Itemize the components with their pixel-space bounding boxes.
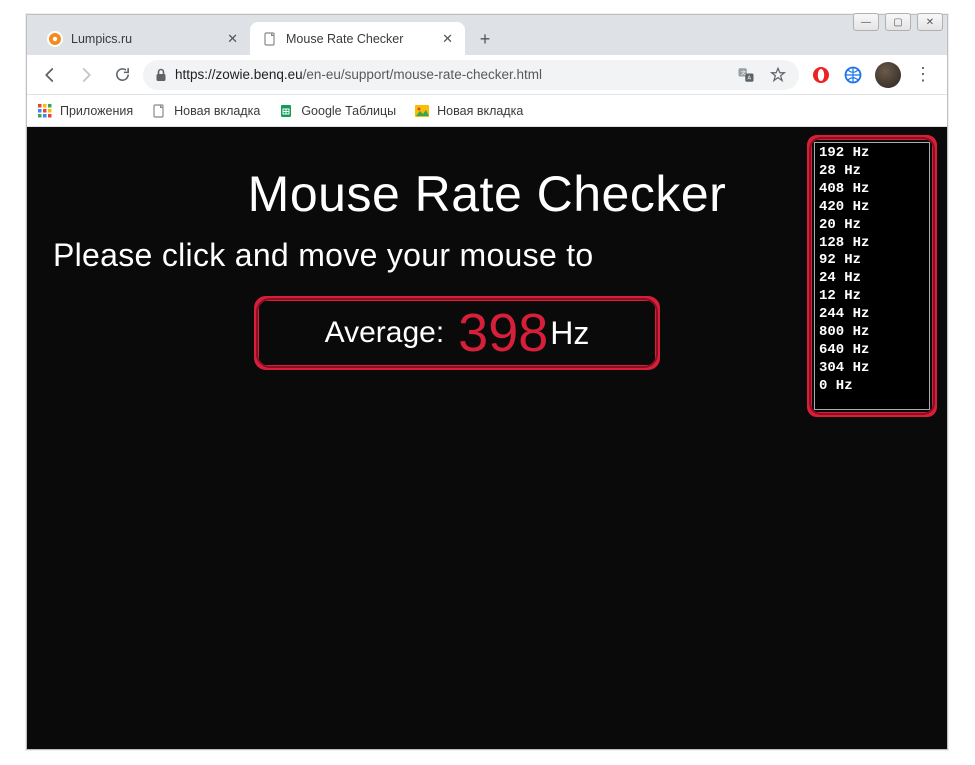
reading-row: 0 Hz (819, 378, 925, 396)
reading-row: 420 Hz (819, 199, 925, 217)
tab-strip: Lumpics.ru ✕ Mouse Rate Checker ✕ + (27, 15, 947, 55)
bookmark-label: Новая вкладка (174, 104, 260, 118)
close-tab-button[interactable]: ✕ (217, 31, 238, 47)
extension-icons: ⋮ (805, 62, 939, 88)
reading-row: 408 Hz (819, 181, 925, 199)
average-label: Average: (325, 316, 445, 350)
bookmark-new-tab-2[interactable]: Новая вкладка (414, 103, 523, 119)
minimize-button[interactable]: — (853, 13, 879, 31)
bookmark-label: Google Таблицы (301, 104, 396, 118)
browser-window: — ▢ ✕ Lumpics.ru ✕ Mouse Rate Checker ✕ … (26, 14, 948, 750)
image-icon (414, 103, 430, 119)
translate-icon[interactable]: 文A (737, 66, 755, 84)
reading-row: 304 Hz (819, 360, 925, 378)
tab-lumpics[interactable]: Lumpics.ru ✕ (35, 22, 250, 55)
forward-button[interactable] (71, 60, 101, 90)
bookmark-label: Приложения (60, 104, 133, 118)
close-tab-button[interactable]: ✕ (432, 31, 453, 47)
reading-row: 192 Hz (819, 145, 925, 163)
average-display: Average: 398 Hz (254, 296, 660, 370)
sheets-icon (278, 103, 294, 119)
doc-icon (151, 103, 167, 119)
svg-text:A: A (748, 75, 752, 81)
reading-row: 128 Hz (819, 235, 925, 253)
reading-row: 92 Hz (819, 252, 925, 270)
reading-row: 640 Hz (819, 342, 925, 360)
close-window-button[interactable]: ✕ (917, 13, 943, 31)
tab-title: Mouse Rate Checker (286, 32, 403, 46)
bookmark-label: Новая вкладка (437, 104, 523, 118)
reading-row: 12 Hz (819, 288, 925, 306)
average-unit: Hz (550, 315, 589, 352)
reload-button[interactable] (107, 60, 137, 90)
reading-row: 20 Hz (819, 217, 925, 235)
avatar-icon[interactable] (875, 62, 901, 88)
reading-row: 800 Hz (819, 324, 925, 342)
window-controls: — ▢ ✕ (853, 13, 943, 31)
address-bar[interactable]: https://zowie.benq.eu/en-eu/support/mous… (143, 60, 799, 90)
reading-row: 28 Hz (819, 163, 925, 181)
readings-panel: 192 Hz28 Hz408 Hz420 Hz20 Hz128 Hz92 Hz2… (807, 135, 937, 417)
back-button[interactable] (35, 60, 65, 90)
tab-title: Lumpics.ru (71, 32, 132, 46)
bookmark-apps[interactable]: Приложения (37, 103, 133, 119)
new-tab-button[interactable]: + (471, 25, 499, 53)
favicon-icon (262, 31, 278, 47)
bookmark-new-tab-1[interactable]: Новая вкладка (151, 103, 260, 119)
average-value: 398 (458, 302, 548, 364)
readings-list[interactable]: 192 Hz28 Hz408 Hz420 Hz20 Hz128 Hz92 Hz2… (814, 142, 930, 410)
globe-ext-icon[interactable] (843, 65, 863, 85)
reading-row: 24 Hz (819, 270, 925, 288)
tab-mouse-rate-checker[interactable]: Mouse Rate Checker ✕ (250, 22, 465, 55)
star-icon[interactable] (769, 66, 787, 84)
reading-row: 244 Hz (819, 306, 925, 324)
favicon-icon (47, 31, 63, 47)
lock-icon (155, 68, 167, 82)
url-text: https://zowie.benq.eu/en-eu/support/mous… (175, 67, 542, 82)
opera-ext-icon[interactable] (811, 65, 831, 85)
kebab-menu-icon[interactable]: ⋮ (913, 65, 933, 85)
toolbar: https://zowie.benq.eu/en-eu/support/mous… (27, 55, 947, 95)
maximize-button[interactable]: ▢ (885, 13, 911, 31)
bookmarks-bar: Приложения Новая вкладка Google Таблицы … (27, 95, 947, 127)
apps-icon (37, 103, 53, 119)
bookmark-google-sheets[interactable]: Google Таблицы (278, 103, 396, 119)
page-content[interactable]: Mouse Rate Checker Please click and move… (27, 127, 947, 749)
